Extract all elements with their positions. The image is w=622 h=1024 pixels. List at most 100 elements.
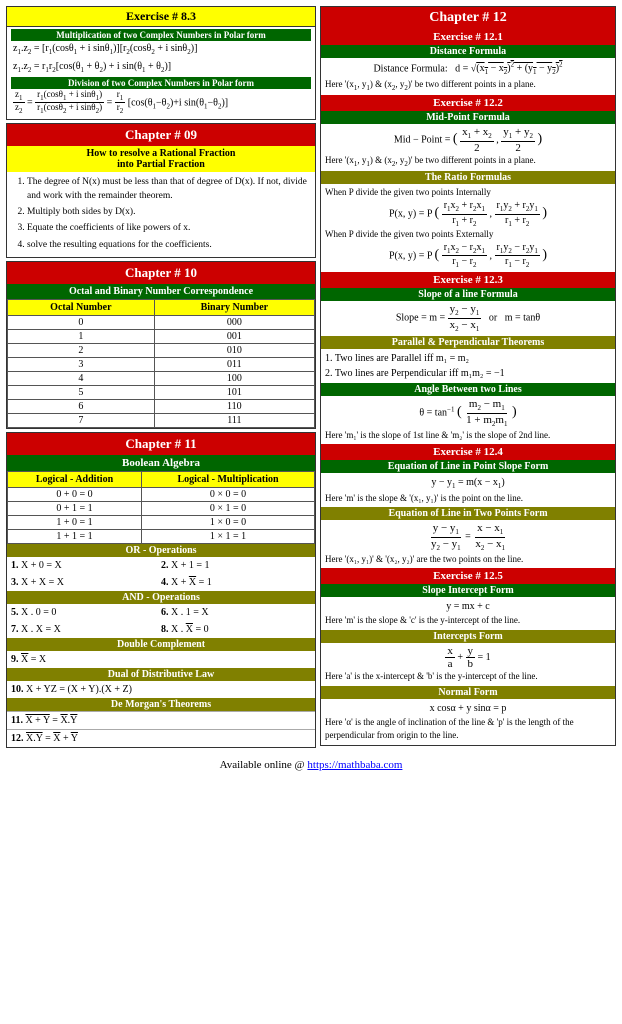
table-cell: 001 bbox=[154, 329, 314, 343]
ch09-item-2: Multiply both sides by D(x). bbox=[27, 205, 309, 219]
or-ops-title: OR - Operations bbox=[7, 544, 315, 557]
ch09-item-4: solve the resulting equations for the co… bbox=[27, 238, 309, 252]
footer-text: Available online @ bbox=[220, 759, 308, 771]
and-op-7: 7. X . X = X bbox=[11, 622, 161, 637]
point-slope-note: Here 'm' is the slope & '(x₁, y₁)' is th… bbox=[325, 492, 611, 506]
demorgan-title: De Morgan's Theorems bbox=[7, 698, 315, 711]
table-row: 0000 bbox=[8, 315, 315, 329]
table-cell: 2 bbox=[8, 343, 155, 357]
ex121-body: Distance Formula: d = √(x1 − x2)2 + (y1 … bbox=[321, 58, 615, 95]
double-complement-title: Double Complement bbox=[7, 638, 315, 651]
table-cell: 011 bbox=[154, 357, 314, 371]
or-op-4: 4. X + X = 1 bbox=[161, 575, 311, 590]
ratio-body: When P divide the given two points Inter… bbox=[321, 184, 615, 272]
ch12-title: Chapter # 12 bbox=[321, 7, 615, 29]
logical-mult-header: Logical - Multiplication bbox=[142, 471, 315, 487]
binary-col-header: Binary Number bbox=[154, 299, 314, 315]
ex83-formula2: z1.z2 = r1r2[cos(θ1 + θ2) + i sin(θ1 + θ… bbox=[11, 59, 311, 77]
chapter-11-box: Chapter # 11 Boolean Algebra Logical - A… bbox=[6, 432, 316, 748]
ex125-slope-int-title: Slope Intercept Form bbox=[321, 584, 615, 597]
table-cell: 7 bbox=[8, 413, 155, 427]
ch09-item-1: The degree of N(x) must be less than tha… bbox=[27, 175, 309, 204]
parallel-p1: 1. Two lines are Parallel iff m₁ = m₂ bbox=[325, 351, 611, 366]
angle-formula: θ = tan−1 ( m2 − m1 1 + m2m1 ) bbox=[325, 398, 611, 429]
parallel-title: Parallel & Perpendicular Theorems bbox=[321, 336, 615, 349]
ex123-title: Exercise # 12.3 bbox=[321, 272, 615, 288]
table-cell: 100 bbox=[154, 371, 314, 385]
ex123-body: Slope = m = y2 − y1 x2 − x1 or m = tanθ bbox=[321, 301, 615, 336]
normal-title: Normal Form bbox=[321, 686, 615, 699]
table-cell: 0 bbox=[8, 315, 155, 329]
ratio-internal-label: When P divide the given two points Inter… bbox=[325, 186, 611, 200]
chapter-10-box: Chapter # 10 Octal and Binary Number Cor… bbox=[6, 261, 316, 429]
boolean-cell: 0 × 1 = 0 bbox=[142, 501, 315, 515]
left-column: Exercise # 8.3 Multiplication of two Com… bbox=[6, 6, 316, 751]
ch11-subtitle: Boolean Algebra bbox=[7, 455, 315, 471]
and-ops-title: AND - Operations bbox=[7, 591, 315, 604]
footer-link[interactable]: https://mathbaba.com bbox=[307, 759, 402, 771]
ex122-body: Mid − Point = ( x1 + x2 2 , y1 + y2 2 ) bbox=[321, 124, 615, 171]
table-cell: 5 bbox=[8, 385, 155, 399]
and-op-8: 8. X . X = 0 bbox=[161, 622, 311, 637]
table-cell: 111 bbox=[154, 413, 314, 427]
chapter-12-box: Chapter # 12 Exercise # 12.1 Distance Fo… bbox=[320, 6, 616, 746]
boolean-cell: 0 + 1 = 1 bbox=[8, 501, 142, 515]
ch09-title: Chapter # 09 bbox=[7, 124, 315, 146]
ch11-title: Chapter # 11 bbox=[7, 433, 315, 455]
ex121-formula-title: Distance Formula bbox=[321, 45, 615, 58]
octal-table: Octal Number Binary Number 0000100120103… bbox=[7, 299, 315, 428]
boolean-row: 0 + 0 = 00 × 0 = 0 bbox=[8, 487, 315, 501]
or-op-1: 1. X + 0 = X bbox=[11, 558, 161, 573]
two-points-formula: y − y1 y2 − y1 = x − x1 x2 − x1 bbox=[325, 522, 611, 553]
normal-body: x cosα + y sinα = p Here 'α' is the angl… bbox=[321, 699, 615, 745]
logical-add-header: Logical - Addition bbox=[8, 471, 142, 487]
morgan-op1: 11. X + Y = X.Y bbox=[7, 711, 315, 729]
table-cell: 110 bbox=[154, 399, 314, 413]
midpoint-formula: Mid − Point = ( x1 + x2 2 , y1 + y2 2 ) bbox=[325, 126, 611, 154]
ex124-formula-title: Equation of Line in Point Slope Form bbox=[321, 460, 615, 473]
table-cell: 010 bbox=[154, 343, 314, 357]
angle-note: Here 'm₁' is the slope of 1st line & 'm₂… bbox=[325, 429, 611, 443]
ratio-external-label: When P divide the given two points Exter… bbox=[325, 228, 611, 242]
ex83-title: Exercise # 8.3 bbox=[7, 7, 315, 27]
slope-formula: Slope = m = y2 − y1 x2 − x1 or m = tanθ bbox=[325, 303, 611, 334]
ex125-title: Exercise # 12.5 bbox=[321, 568, 615, 584]
ch10-subtitle: Octal and Binary Number Correspondence bbox=[7, 284, 315, 299]
two-points-note: Here '(x₁, y₁)' & '(x₂, y₂)' are the two… bbox=[325, 553, 611, 567]
table-cell: 6 bbox=[8, 399, 155, 413]
exercise-83-box: Exercise # 8.3 Multiplication of two Com… bbox=[6, 6, 316, 120]
ex125-slope-int-body: y = mx + c Here 'm' is the slope & 'c' i… bbox=[321, 597, 615, 630]
boolean-cell: 1 + 1 = 1 bbox=[8, 529, 142, 543]
table-cell: 3 bbox=[8, 357, 155, 371]
dual-dist-op: 10. X + YZ = (X + Y).(X + Z) bbox=[7, 681, 315, 698]
two-points-body: y − y1 y2 − y1 = x − x1 x2 − x1 Here '(x… bbox=[321, 520, 615, 568]
ratio-internal-formula: P(x, y) = P ( r1x2 + r2x1 r1 + r2 , r1y2… bbox=[325, 200, 611, 228]
midpoint-note: Here '(x1, y1) & (x2, y2)' be two differ… bbox=[325, 154, 611, 169]
parallel-p2: 2. Two lines are Perpendicular iff m₁m₂ … bbox=[325, 366, 611, 381]
boolean-table: Logical - Addition Logical - Multiplicat… bbox=[7, 471, 315, 544]
parallel-body: 1. Two lines are Parallel iff m₁ = m₂ 2.… bbox=[321, 349, 615, 383]
footer: Available online @ https://mathbaba.com bbox=[6, 759, 616, 771]
and-ops-row2: 7. X . X = X 8. X . X = 0 bbox=[7, 621, 315, 638]
or-op-2: 2. X + 1 = 1 bbox=[161, 558, 311, 573]
ex83-div-title: Division of two Complex Numbers in Polar… bbox=[11, 77, 311, 89]
table-cell: 000 bbox=[154, 315, 314, 329]
boolean-cell: 1 + 0 = 1 bbox=[8, 515, 142, 529]
ex121-title: Exercise # 12.1 bbox=[321, 29, 615, 45]
distance-note: Here '(x1, y1) & (x2, y2)' be two differ… bbox=[325, 78, 611, 93]
right-column: Chapter # 12 Exercise # 12.1 Distance Fo… bbox=[320, 6, 616, 751]
or-op-3: 3. X + X = X bbox=[11, 575, 161, 590]
normal-formula: x cosα + y sinα = p bbox=[325, 701, 611, 716]
table-row: 4100 bbox=[8, 371, 315, 385]
ch10-title: Chapter # 10 bbox=[7, 262, 315, 284]
table-cell: 101 bbox=[154, 385, 314, 399]
boolean-cell: 1 × 0 = 0 bbox=[142, 515, 315, 529]
two-points-title: Equation of Line in Two Points Form bbox=[321, 507, 615, 520]
morgan-op2: 12. X.Y = X + Y bbox=[7, 729, 315, 747]
table-row: 1001 bbox=[8, 329, 315, 343]
intercepts-title: Intercepts Form bbox=[321, 630, 615, 643]
point-slope-formula: y − y1 = m(x − x1) bbox=[325, 475, 611, 492]
ch09-subtitle: How to resolve a Rational Fractioninto P… bbox=[7, 146, 315, 172]
intercepts-body: x a + y b = 1 Here 'a' is the x-intercep… bbox=[321, 643, 615, 686]
table-row: 7111 bbox=[8, 413, 315, 427]
